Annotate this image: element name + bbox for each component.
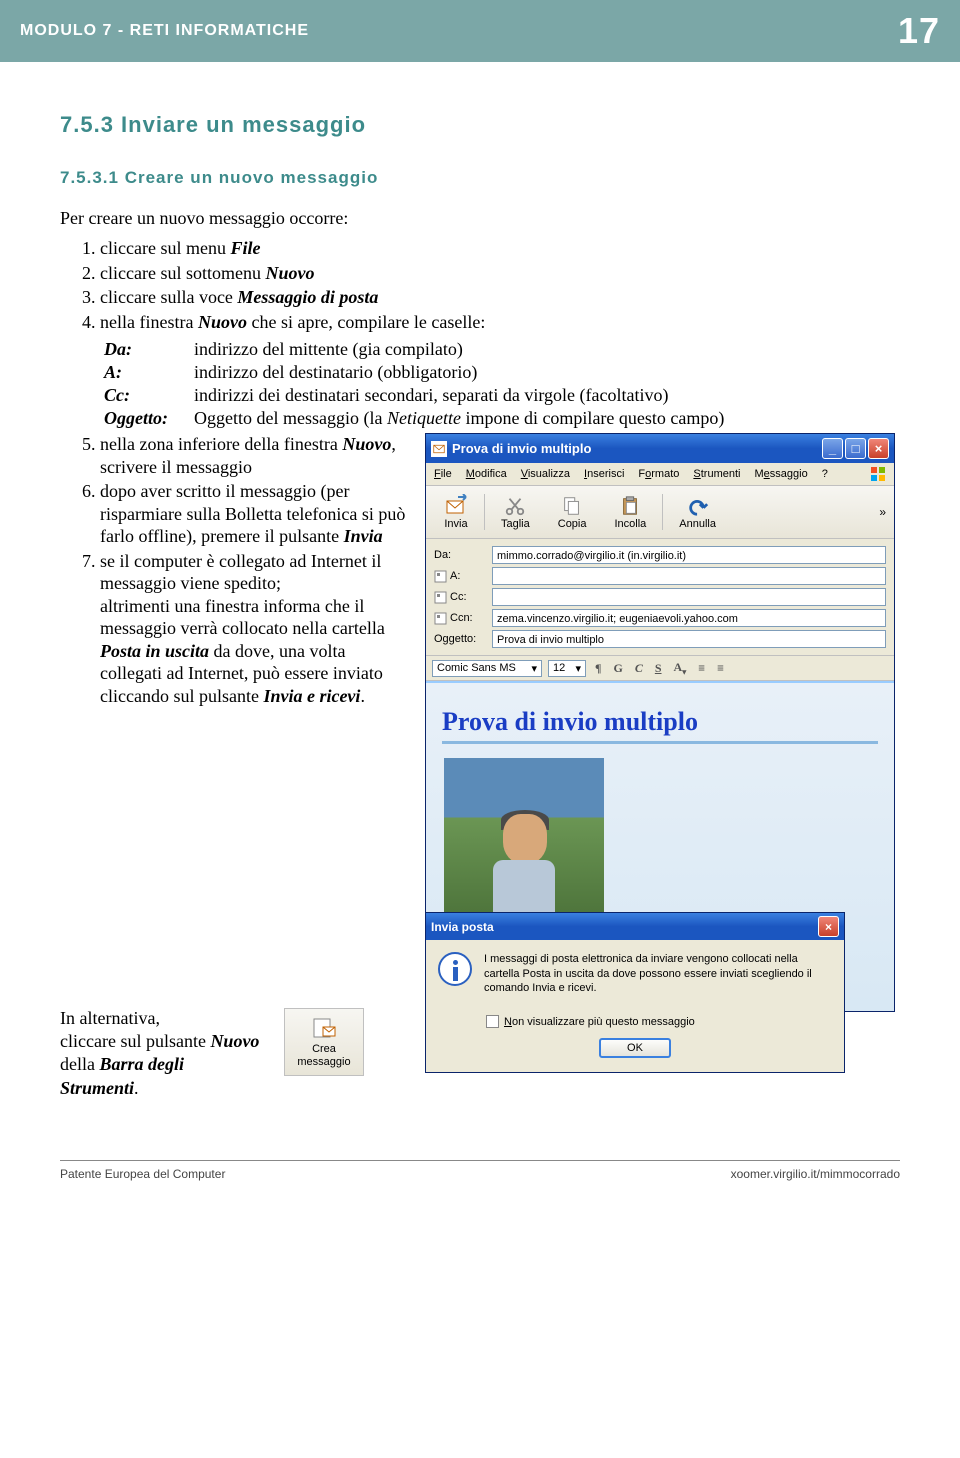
dialog-checkbox-row[interactable]: Non visualizzare più questo messaggio — [486, 1015, 830, 1028]
send-button[interactable]: Invia — [430, 492, 482, 532]
step-2: cliccare sul sottomenu Nuovo — [100, 262, 900, 285]
dialog-close-button[interactable]: × — [818, 916, 839, 937]
section-heading: 7.5.3 Inviare un messaggio — [60, 112, 900, 138]
step-4: nella finestra Nuovo che si apre, compil… — [100, 311, 900, 334]
paste-icon — [618, 494, 642, 518]
compose-headers: Da: mimmo.corrado@virgilio.it (in.virgil… — [426, 539, 894, 656]
send-icon — [444, 494, 468, 518]
ccn-label[interactable]: Ccn: — [434, 612, 492, 625]
cc-label[interactable]: Cc: — [434, 591, 492, 604]
step-1: cliccare sul menu File — [100, 237, 900, 260]
send-mail-dialog: Invia posta × I messaggi di posta elettr… — [425, 912, 845, 1073]
format-toolbar: Comic Sans MS▾ 12▾ ¶ G C S A▾ ≡ ≡ — [426, 656, 894, 681]
document-footer: Patente Europea del Computer xoomer.virg… — [60, 1160, 900, 1201]
crea-label: Crea messaggio — [295, 1043, 353, 1069]
numbered-list-button[interactable]: ≡ — [695, 660, 708, 677]
steps-list-top: cliccare sul menu File cliccare sul sott… — [60, 237, 900, 333]
step-6: dopo aver scritto il messaggio (per risp… — [100, 480, 410, 548]
toolbar-overflow[interactable]: » — [875, 501, 890, 523]
font-color-button[interactable]: A▾ — [671, 659, 690, 677]
menu-strumenti[interactable]: Strumenti — [693, 468, 740, 480]
underline-button[interactable]: S — [652, 660, 665, 677]
dialog-titlebar[interactable]: Invia posta × — [426, 913, 844, 940]
dialog-ok-button[interactable]: OK — [599, 1038, 671, 1058]
new-message-icon — [311, 1015, 337, 1041]
compose-menubar: File Modifica Visualizza Inserisci Forma… — [426, 463, 894, 486]
da-field[interactable]: mimmo.corrado@virgilio.it (in.virgilio.i… — [492, 546, 886, 564]
font-select[interactable]: Comic Sans MS▾ — [432, 660, 542, 677]
oggetto-label: Oggetto: — [434, 633, 492, 645]
chevron-down-icon: ▾ — [531, 662, 537, 675]
menu-help[interactable]: ? — [822, 468, 828, 480]
addressbook-icon — [434, 591, 447, 604]
cc-field[interactable] — [492, 588, 886, 606]
def-cc-text: indirizzi dei destinatari secondari, sep… — [194, 385, 668, 406]
def-a-text: indirizzo del destinatario (obbligatorio… — [194, 362, 477, 383]
menu-visualizza[interactable]: Visualizza — [521, 468, 570, 480]
intro-text: Per creare un nuovo messaggio occorre: — [60, 208, 900, 229]
bold-button[interactable]: G — [610, 660, 625, 677]
dialog-title: Invia posta — [431, 920, 494, 934]
def-cc-label: Cc: — [104, 385, 194, 406]
undo-button[interactable]: Annulla — [665, 492, 730, 532]
dialog-checkbox-label: Non visualizzare più questo messaggio — [504, 1016, 695, 1028]
menu-file[interactable]: File — [434, 468, 452, 480]
field-definitions: Da:indirizzo del mittente (gia compilato… — [104, 339, 900, 429]
envelope-icon — [431, 441, 447, 457]
compose-titlebar[interactable]: Prova di invio multiplo _ □ × — [426, 434, 894, 463]
def-oggetto-text: Oggetto del messaggio (la Netiquette imp… — [194, 408, 724, 429]
windows-logo-icon — [870, 466, 886, 482]
a-field[interactable] — [492, 567, 886, 585]
dialog-message: I messaggi di posta elettronica da invia… — [484, 952, 832, 995]
addressbook-icon — [434, 570, 447, 583]
photo-attachment — [444, 758, 604, 928]
copy-icon — [560, 494, 584, 518]
body-title: Prova di invio multiplo — [442, 707, 878, 744]
bullet-list-button[interactable]: ≡ — [714, 660, 727, 677]
a-label[interactable]: A: — [434, 570, 492, 583]
step-3: cliccare sulla voce Messaggio di posta — [100, 286, 900, 309]
info-icon — [438, 952, 472, 986]
undo-icon — [686, 494, 710, 518]
minimize-button[interactable]: _ — [822, 438, 843, 459]
def-da-text: indirizzo del mittente (gia compilato) — [194, 339, 463, 360]
menu-modifica[interactable]: Modifica — [466, 468, 507, 480]
subsection-heading: 7.5.3.1 Creare un nuovo messaggio — [60, 168, 900, 188]
addressbook-icon — [434, 612, 447, 625]
menu-formato[interactable]: Formato — [638, 468, 679, 480]
cut-button[interactable]: Taglia — [487, 492, 544, 532]
close-button[interactable]: × — [868, 438, 889, 459]
chevron-down-icon: ▾ — [575, 662, 581, 675]
step-7: se il computer è collegato ad Internet i… — [100, 550, 410, 708]
copy-button[interactable]: Copia — [544, 492, 601, 532]
def-a-label: A: — [104, 362, 194, 383]
maximize-button[interactable]: □ — [845, 438, 866, 459]
paste-button[interactable]: Incolla — [601, 492, 661, 532]
size-select[interactable]: 12▾ — [548, 660, 586, 677]
page-number: 17 — [898, 10, 940, 52]
da-label: Da: — [434, 549, 492, 561]
footer-left: Patente Europea del Computer — [60, 1167, 225, 1181]
module-title: MODULO 7 - RETI INFORMATICHE — [20, 22, 309, 40]
checkbox[interactable] — [486, 1015, 499, 1028]
def-da-label: Da: — [104, 339, 194, 360]
steps-list-continued: nella zona inferiore della finestra Nuov… — [60, 433, 410, 707]
footer-right: xoomer.virgilio.it/mimmocorrado — [731, 1167, 900, 1181]
scissors-icon — [503, 494, 527, 518]
document-header: MODULO 7 - RETI INFORMATICHE 17 — [0, 0, 960, 62]
compose-title: Prova di invio multiplo — [452, 441, 591, 456]
oggetto-field[interactable]: Prova di invio multiplo — [492, 630, 886, 648]
compose-toolbar: Invia Taglia Copia Incolla — [426, 486, 894, 539]
step-5: nella zona inferiore della finestra Nuov… — [100, 433, 410, 478]
crea-messaggio-button[interactable]: Crea messaggio — [284, 1008, 364, 1076]
page-body: 7.5.3 Inviare un messaggio 7.5.3.1 Crear… — [0, 62, 960, 1012]
italic-button[interactable]: C — [632, 660, 646, 677]
ccn-field[interactable]: zema.vincenzo.virgilio.it; eugeniaevoli.… — [492, 609, 886, 627]
menu-messaggio[interactable]: Messaggio — [754, 468, 807, 480]
paragraph-icon[interactable]: ¶ — [592, 660, 604, 677]
menu-inserisci[interactable]: Inserisci — [584, 468, 624, 480]
def-oggetto-label: Oggetto: — [104, 408, 194, 429]
